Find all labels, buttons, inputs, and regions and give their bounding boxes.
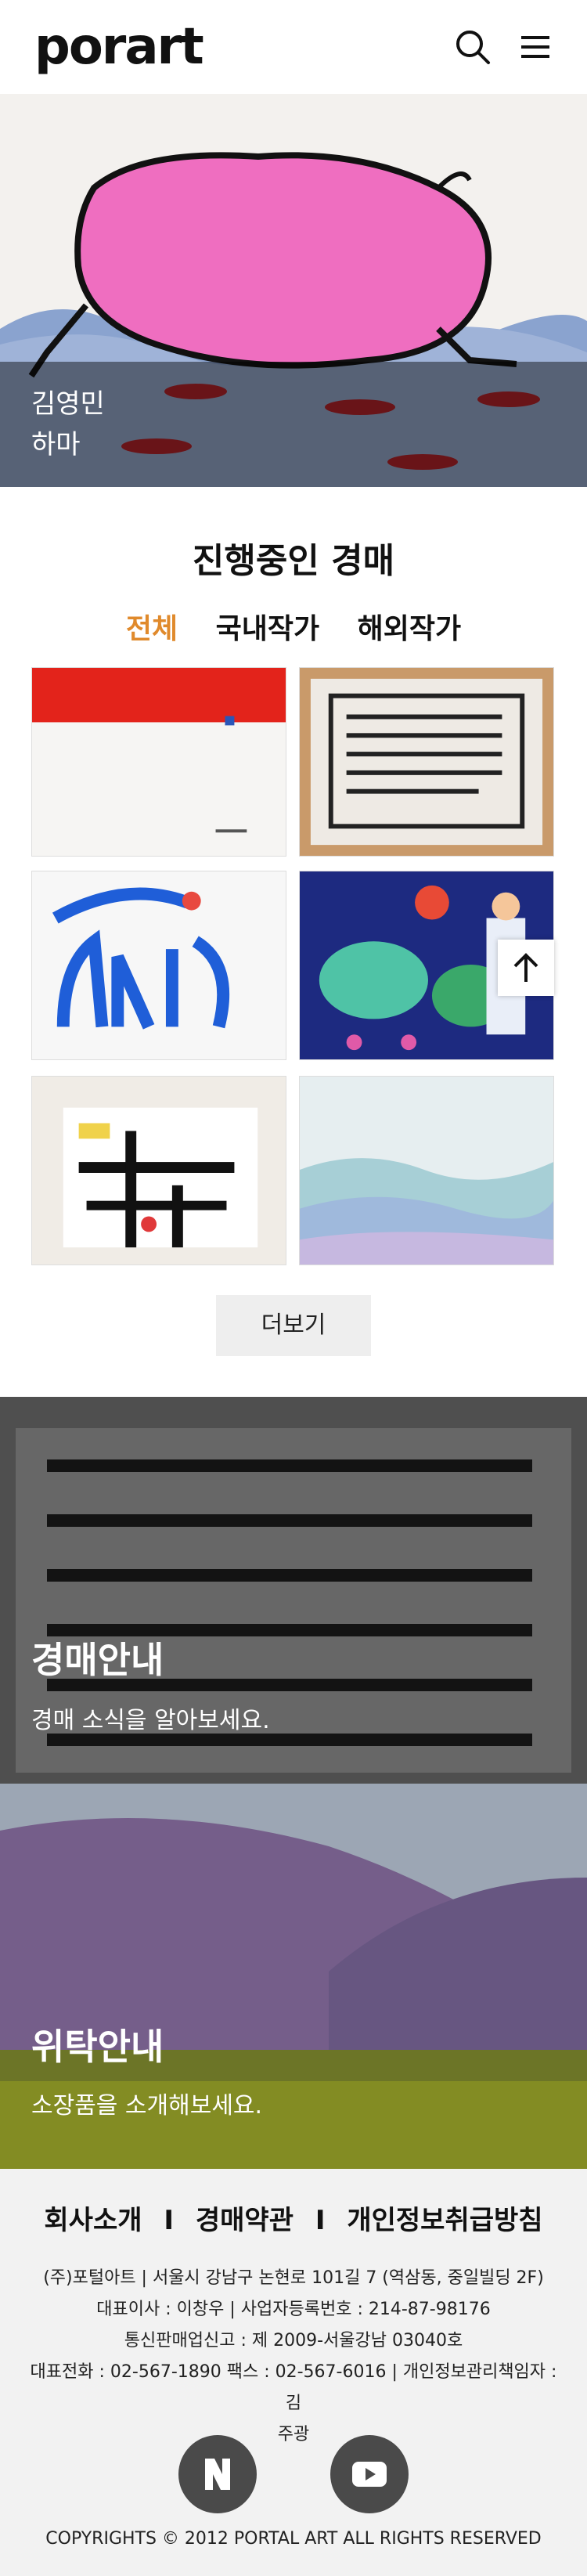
auction-guide-banner[interactable]: 경매안내 경매 소식을 알아보세요.	[0, 1397, 587, 1784]
banner-title: 위탁안내	[31, 2026, 164, 2068]
company-info-line: 통신판매업신고 : 제 2009-서울강남 03040호	[124, 2331, 463, 2351]
footer-separator: I	[164, 2205, 175, 2236]
scroll-top-button[interactable]	[498, 940, 554, 996]
banner-subtitle: 경매 소식을 알아보세요.	[31, 1707, 270, 1734]
auction-item[interactable]	[31, 871, 286, 1060]
header: porart	[0, 0, 587, 94]
footer-link-privacy[interactable]: 개인정보취급방침	[347, 2205, 542, 2236]
tab-overseas[interactable]: 해외작가	[358, 606, 461, 647]
artwork-thumbnail	[32, 668, 286, 856]
consignment-guide-banner[interactable]: 위탁안내 소장품을 소개해보세요.	[0, 1784, 587, 2169]
company-info: (주)포털아트 | 서울시 강남구 논현로 101길 7 (역삼동, 중일빌딩 …	[23, 2263, 564, 2451]
menu-icon[interactable]	[517, 28, 554, 66]
company-info-line: 대표이사 : 이창우 | 사업자등록번호 : 214-87-98176	[96, 2300, 491, 2319]
auction-item[interactable]	[31, 1076, 286, 1265]
artwork-thumbnail	[300, 1077, 553, 1265]
hero-caption: 김영민 하마	[31, 384, 105, 465]
artwork-thumbnail	[32, 1077, 286, 1265]
company-info-line: 주광	[277, 2425, 310, 2444]
auction-item[interactable]	[31, 667, 286, 857]
company-info-line: 대표전화 : 02-567-1890 팩스 : 02-567-6016 | 개인…	[30, 2362, 557, 2413]
hero-artist: 김영민	[31, 388, 105, 420]
footer: 회사소개 I 경매약관 I 개인정보취급방침 (주)포털아트 | 서울시 강남구…	[0, 2169, 587, 2576]
banner-title: 경매안내	[31, 1639, 164, 1681]
tab-domestic[interactable]: 국내작가	[216, 606, 319, 647]
logo[interactable]: porart	[34, 22, 204, 72]
footer-separator: I	[315, 2205, 326, 2236]
banner-subtitle: 소장품을 소개해보세요.	[31, 2092, 263, 2120]
copyright: COPYRIGHTS © 2012 PORTAL ART ALL RIGHTS …	[45, 2529, 542, 2549]
company-info-line: (주)포털아트 | 서울시 강남구 논현로 101길 7 (역삼동, 중일빌딩 …	[43, 2268, 544, 2288]
naver-icon[interactable]	[178, 2435, 257, 2513]
tab-all[interactable]: 전체	[126, 606, 178, 647]
more-button[interactable]: 더보기	[216, 1295, 371, 1356]
footer-link-company[interactable]: 회사소개	[44, 2205, 142, 2236]
youtube-icon[interactable]	[330, 2435, 409, 2513]
hero-title: 하마	[31, 429, 81, 460]
arrow-up-icon	[513, 953, 538, 982]
auction-tabs: 전체 국내작가 해외작가	[0, 606, 587, 647]
artwork-thumbnail	[300, 668, 553, 856]
auction-item[interactable]	[299, 1076, 554, 1265]
auction-item[interactable]	[299, 667, 554, 857]
section-title: 진행중인 경매	[192, 541, 395, 581]
artwork-thumbnail	[32, 871, 286, 1059]
search-icon[interactable]	[454, 28, 492, 66]
footer-link-terms[interactable]: 경매약관	[196, 2205, 294, 2236]
footer-links: 회사소개 I 경매약관 I 개인정보취급방침	[0, 2199, 587, 2237]
